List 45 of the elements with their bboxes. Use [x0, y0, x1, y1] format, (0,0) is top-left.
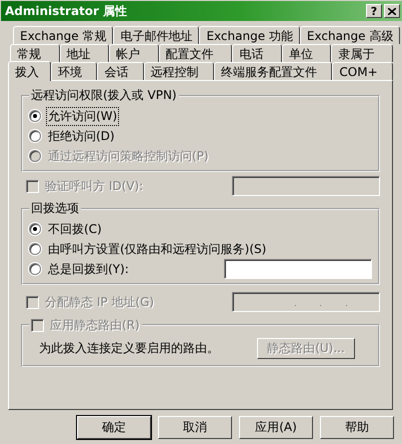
radio-label: 不回拨(C) — [47, 220, 103, 238]
radio-label: 拒绝访问(D) — [47, 128, 116, 144]
tab[interactable]: 隶属于 — [331, 44, 394, 62]
close-button[interactable] — [384, 4, 400, 18]
checkbox-label: 验证呼叫方 ID(V): — [45, 178, 144, 194]
caller-id-field[interactable] — [232, 176, 380, 196]
tab[interactable]: Exchange 高级 — [300, 26, 400, 44]
group-title: 远程访问权限(拨入或 VPN) — [30, 87, 178, 104]
tab[interactable]: 帐户 — [109, 44, 159, 62]
tab[interactable]: 会话 — [97, 62, 144, 80]
radio-label: 通过远程访问策略控制访问(P) — [47, 148, 210, 164]
dialog-button[interactable]: 取消 — [158, 416, 232, 439]
close-icon — [388, 8, 396, 14]
dialog-button[interactable]: 应用(A) — [239, 416, 313, 439]
tab[interactable]: Exchange 常规 — [13, 26, 114, 44]
checkbox-label: 分配静态 IP 地址(G) — [45, 294, 154, 310]
radio-button[interactable] — [29, 130, 41, 142]
window-title: Administrator 属性 — [5, 2, 128, 20]
tab[interactable]: 常规 — [10, 44, 60, 62]
radio-button[interactable] — [29, 263, 41, 275]
radio-label: 允许访问(W) — [47, 108, 118, 124]
dialog-button[interactable]: 确定 — [77, 416, 151, 439]
tab[interactable]: 配置文件 — [158, 44, 232, 62]
tab[interactable]: 地址 — [60, 44, 110, 62]
tab[interactable]: 电子邮件地址 — [113, 26, 200, 44]
tab[interactable]: 环境 — [51, 62, 98, 80]
tab[interactable]: 拨入 — [8, 61, 52, 81]
tab[interactable]: 终端服务配置文件 — [214, 62, 332, 80]
help-button[interactable]: ? — [366, 4, 382, 18]
tab[interactable]: Exchange 功能 — [199, 26, 300, 44]
dialog-button[interactable]: 帮助 — [320, 416, 394, 439]
tab[interactable]: 电话 — [232, 44, 282, 62]
description-text: 为此拨入连接定义要启用的路由。 — [39, 340, 219, 356]
ip-address-field[interactable] — [232, 292, 380, 312]
tab[interactable]: 远程控制 — [144, 62, 214, 80]
tab[interactable]: 单位 — [282, 44, 332, 62]
phone-number-field[interactable] — [224, 259, 372, 279]
radio-button[interactable] — [29, 110, 41, 122]
tab[interactable]: COM+ — [332, 62, 393, 80]
group-title: 回拨选项 — [30, 200, 80, 217]
radio-button[interactable] — [29, 243, 41, 255]
radio-button[interactable] — [29, 223, 41, 235]
radio-label: 总是回拨到(Y): — [47, 260, 130, 278]
checkbox-label: 应用静态路由(R) — [50, 316, 140, 334]
radio-label: 由呼叫方设置(仅路由和远程访问服务)(S) — [47, 240, 268, 258]
